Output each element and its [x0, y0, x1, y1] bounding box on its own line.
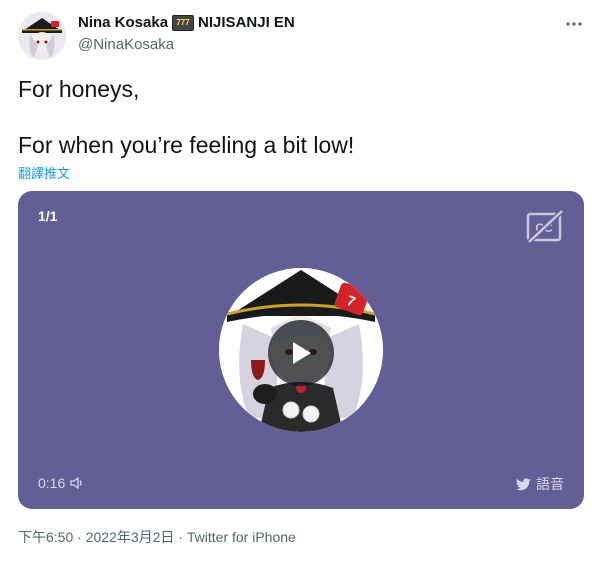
more-options-button[interactable] [564, 14, 584, 34]
tweet-time[interactable]: 下午6:50 [18, 529, 73, 545]
tweet-source[interactable]: Twitter for iPhone [187, 529, 296, 545]
twitter-audio-badge[interactable]: 語音 [516, 474, 564, 494]
author-name-row[interactable]: Nina Kosaka 777 NIJISANJI EN [78, 14, 295, 31]
play-icon [293, 342, 311, 364]
meta-separator: · [77, 529, 82, 545]
more-icon [566, 22, 582, 26]
author-handle[interactable]: @NinaKosaka [78, 36, 174, 53]
display-name[interactable]: Nina Kosaka [78, 14, 168, 31]
tweet-date[interactable]: 2022年3月2日 [86, 529, 175, 545]
translate-tweet-link[interactable]: 翻譯推文 [18, 163, 70, 182]
avatar[interactable] [18, 12, 66, 60]
cc-icon: CC [526, 209, 564, 244]
affiliation-label[interactable]: NIJISANJI EN [198, 14, 295, 31]
audio-media-card[interactable]: 1/1 CC 7 [18, 191, 584, 509]
tweet-meta: 下午6:50 · 2022年3月2日 · Twitter for iPhone [18, 527, 296, 547]
twitter-bird-icon [516, 477, 531, 490]
duration-display: 0:16 [38, 475, 85, 491]
slot-machine-emoji: 777 [172, 14, 195, 31]
duration-text: 0:16 [38, 475, 66, 491]
speaker-icon[interactable] [69, 476, 85, 490]
tweet-text-line-2: For when you’re feeling a bit low! [18, 132, 355, 158]
tweet-card: Nina Kosaka 777 NIJISANJI EN @NinaKosaka… [0, 0, 600, 561]
play-button[interactable] [268, 320, 334, 386]
closed-captions-button[interactable]: CC [525, 208, 565, 246]
media-counter: 1/1 [38, 208, 58, 224]
tweet-text-line-1: For honeys, [18, 76, 140, 102]
avatar-image [18, 12, 66, 60]
audio-label: 語音 [536, 476, 564, 492]
meta-separator: · [178, 529, 183, 545]
